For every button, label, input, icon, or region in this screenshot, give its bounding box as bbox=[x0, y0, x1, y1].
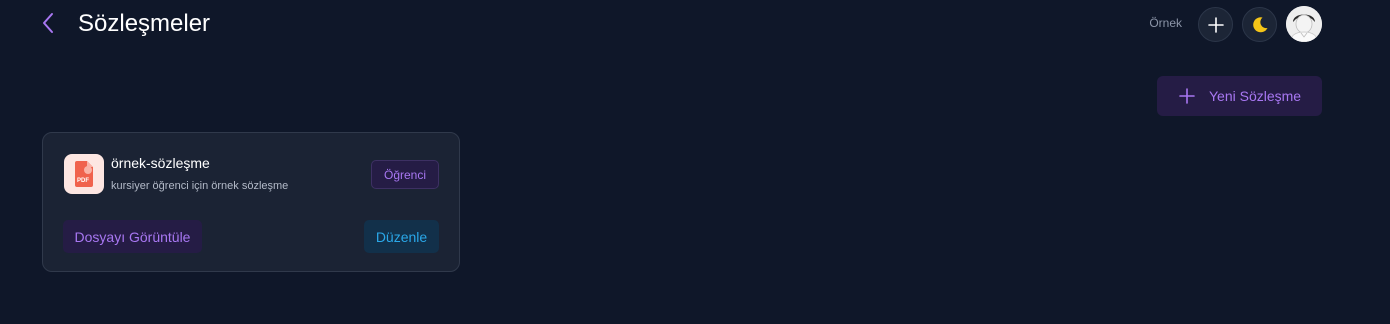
plus-icon bbox=[1179, 88, 1195, 104]
contract-description: kursiyer öğrenci için örnek sözleşme bbox=[111, 180, 289, 192]
chevron-left-icon bbox=[43, 13, 53, 33]
app-header: Sözleşmeler Örnek bbox=[0, 0, 1390, 48]
new-contract-label: Yeni Sözleşme bbox=[1209, 88, 1302, 104]
view-file-button[interactable]: Dosyayı Görüntüle bbox=[63, 220, 202, 253]
svg-text:PDF: PDF bbox=[77, 178, 89, 184]
avatar[interactable] bbox=[1286, 6, 1322, 42]
moon-icon bbox=[1252, 16, 1267, 32]
quick-add-button[interactable] bbox=[1198, 7, 1233, 42]
new-contract-button[interactable]: Yeni Sözleşme bbox=[1157, 76, 1322, 116]
user-name-label: Örnek bbox=[1149, 16, 1182, 30]
back-button[interactable] bbox=[36, 11, 60, 35]
contract-title: örnek-sözleşme bbox=[111, 155, 210, 171]
plus-icon bbox=[1207, 16, 1224, 33]
contract-card: PDF örnek-sözleşme kursiyer öğrenci için… bbox=[42, 132, 460, 272]
theme-toggle-button[interactable] bbox=[1242, 7, 1277, 42]
pdf-file-icon: PDF bbox=[64, 154, 104, 194]
role-badge: Öğrenci bbox=[371, 160, 439, 189]
edit-button[interactable]: Düzenle bbox=[364, 220, 439, 253]
page-title: Sözleşmeler bbox=[78, 10, 211, 37]
user-avatar-icon bbox=[1286, 6, 1322, 42]
